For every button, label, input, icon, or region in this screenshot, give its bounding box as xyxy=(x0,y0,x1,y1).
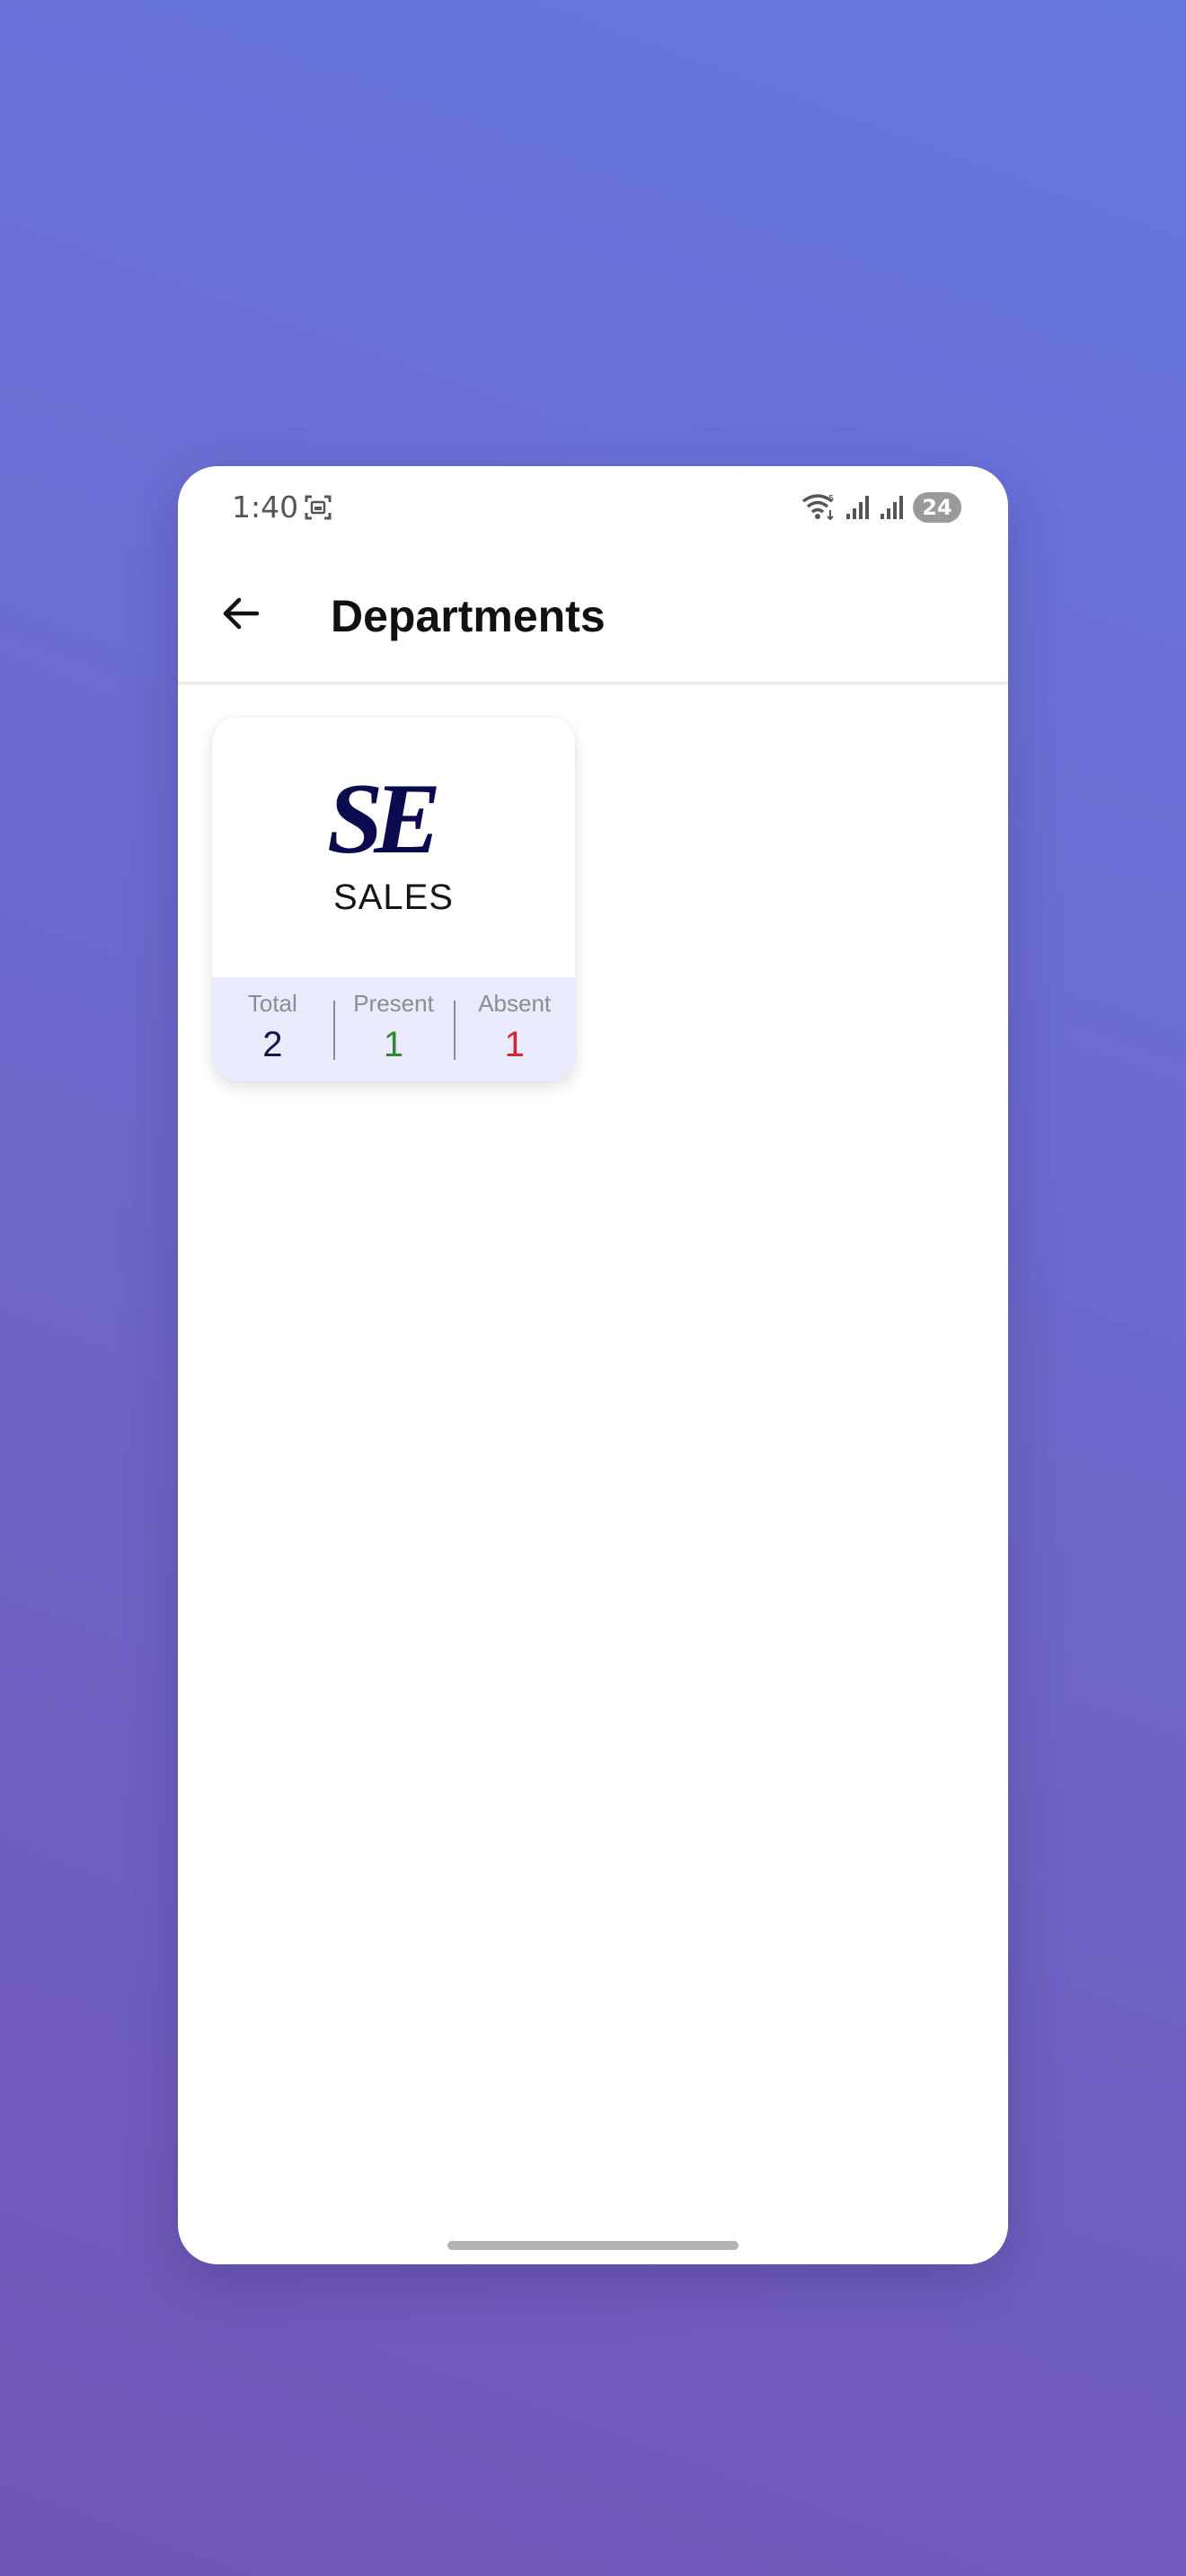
stat-absent-label: Absent xyxy=(478,990,552,1017)
status-bar: 1:40 5 24 xyxy=(178,466,1008,547)
phone-screen: 1:40 5 24 Departments SE SALES Total 2 P… xyxy=(178,466,1008,2264)
signal-icon xyxy=(846,496,869,519)
stat-total: Total 2 xyxy=(212,977,333,1081)
page-title: Departments xyxy=(331,591,606,641)
department-stats: Total 2 Present 1 Absent 1 xyxy=(212,977,575,1081)
stat-present-label: Present xyxy=(353,990,434,1017)
stat-absent: Absent 1 xyxy=(454,977,575,1081)
stat-present-value: 1 xyxy=(383,1025,404,1064)
svg-text:SE: SE xyxy=(327,772,437,860)
arrow-left-icon xyxy=(223,597,260,630)
stat-absent-value: 1 xyxy=(504,1025,525,1064)
department-logo: SE xyxy=(327,772,446,860)
home-indicator[interactable] xyxy=(447,2241,739,2250)
signal-icon xyxy=(881,496,903,519)
status-icons: 5 24 xyxy=(801,491,961,524)
status-time: 1:40 xyxy=(232,490,299,525)
stat-total-value: 2 xyxy=(262,1025,283,1064)
wifi-icon: 5 xyxy=(801,494,834,521)
department-card[interactable]: SE SALES Total 2 Present 1 Absent 1 xyxy=(212,718,575,1081)
battery-indicator: 24 xyxy=(913,492,961,523)
stat-present: Present 1 xyxy=(332,977,455,1081)
department-name: SALES xyxy=(333,878,454,917)
back-button[interactable] xyxy=(214,587,268,640)
screenshot-icon xyxy=(305,495,332,520)
svg-text:5: 5 xyxy=(828,494,834,504)
stat-total-label: Total xyxy=(247,990,297,1017)
app-bar: Departments xyxy=(178,547,1008,684)
